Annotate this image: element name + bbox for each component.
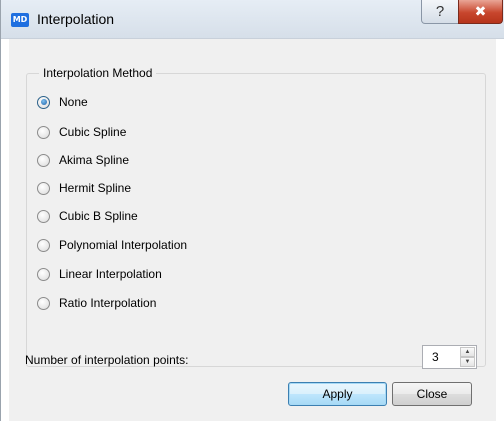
points-label: Number of interpolation points: <box>25 353 189 367</box>
radio-label: Ratio Interpolation <box>59 296 157 310</box>
window-title: Interpolation <box>37 11 115 27</box>
radio-button[interactable] <box>37 95 50 109</box>
points-value[interactable]: 3 <box>432 350 439 364</box>
dialog-body: Interpolation Method None Cubic Spline A… <box>9 39 496 421</box>
title-bar[interactable]: MD Interpolation ? ✖ <box>1 0 504 39</box>
spin-up-icon[interactable]: ▲ <box>460 347 475 357</box>
radio-label: Akima Spline <box>59 153 130 167</box>
radio-button[interactable] <box>37 209 50 223</box>
radio-option-polynomial-interpolation[interactable]: Polynomial Interpolation <box>37 236 187 254</box>
radio-label: Polynomial Interpolation <box>59 238 188 252</box>
radio-option-ratio-interpolation[interactable]: Ratio Interpolation <box>37 294 156 312</box>
help-icon: ? <box>435 3 445 20</box>
window-close-button[interactable]: ✖ <box>458 0 503 24</box>
radio-label: Hermit Spline <box>59 181 132 195</box>
interpolation-dialog: MD Interpolation ? ✖ Interpolation Metho… <box>0 0 504 421</box>
close-button[interactable]: Close <box>392 382 472 406</box>
app-icon: MD <box>11 13 29 27</box>
help-button[interactable]: ? <box>421 0 459 24</box>
radio-label: Linear Interpolation <box>59 267 162 281</box>
radio-option-cubic-spline[interactable]: Cubic Spline <box>37 123 126 141</box>
radio-option-linear-interpolation[interactable]: Linear Interpolation <box>37 265 162 283</box>
radio-button[interactable] <box>37 181 50 195</box>
close-icon: ✖ <box>474 3 487 19</box>
radio-label: None <box>59 95 88 109</box>
points-spinbox[interactable]: 3 ▲ ▼ <box>422 345 477 369</box>
radio-option-cubic-b-spline[interactable]: Cubic B Spline <box>37 207 138 225</box>
apply-button[interactable]: Apply <box>288 382 387 406</box>
radio-label: Cubic Spline <box>59 125 127 139</box>
spin-arrows: ▲ ▼ <box>460 347 475 367</box>
radio-button[interactable] <box>37 267 50 281</box>
radio-button[interactable] <box>37 153 50 167</box>
radio-label: Cubic B Spline <box>59 209 138 223</box>
group-label: Interpolation Method <box>39 66 157 80</box>
radio-option-akima-spline[interactable]: Akima Spline <box>37 151 129 169</box>
radio-option-hermit-spline[interactable]: Hermit Spline <box>37 179 131 197</box>
radio-button[interactable] <box>37 238 50 252</box>
spin-down-icon[interactable]: ▼ <box>460 357 475 367</box>
radio-button[interactable] <box>37 296 50 310</box>
radio-option-none[interactable]: None <box>37 93 88 111</box>
radio-button[interactable] <box>37 125 50 139</box>
